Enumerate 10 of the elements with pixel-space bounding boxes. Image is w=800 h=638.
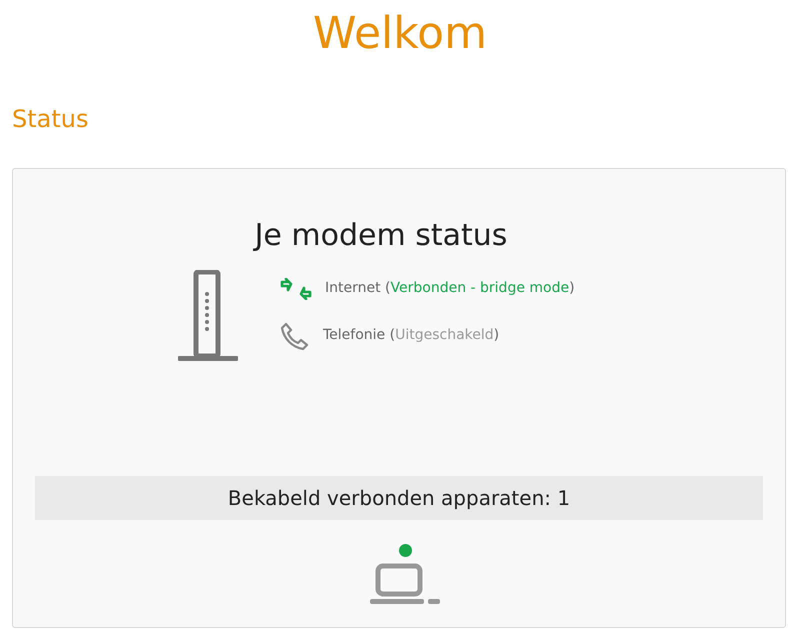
wired-devices-count: Bekabeld verbonden apparaten: 1 [228, 484, 570, 512]
modem-status-title: Je modem status [252, 216, 508, 255]
phone-icon [280, 322, 310, 350]
service-status: Telefonie (Uitgeschakeld) [323, 326, 500, 346]
laptop-icon [370, 562, 440, 605]
arrows-icon [280, 278, 312, 300]
section-title: Status [12, 104, 90, 134]
modem-icon [178, 270, 238, 362]
page-title: Welkom [312, 8, 488, 61]
service-status: Internet (Verbonden - bridge mode) [325, 279, 575, 298]
